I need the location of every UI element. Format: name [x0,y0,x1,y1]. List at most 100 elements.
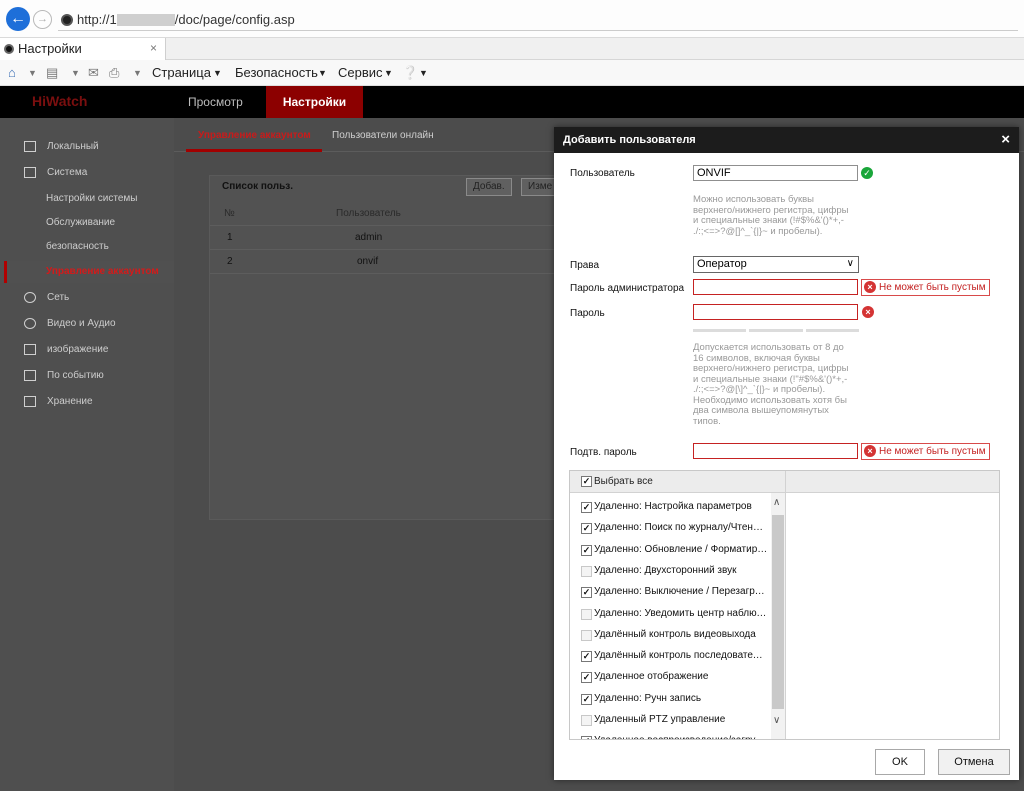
dropdown-arrow-icon[interactable]: ▼ [28,60,37,86]
permission-item[interactable]: ✓Удаленное воспроизведение/загрузка [570,731,770,739]
url-path: /doc/page/config.asp [174,12,295,27]
permission-checkbox[interactable]: ✓ [581,672,592,684]
permission-checkbox[interactable] [581,715,592,726]
error-icon: × [864,281,876,293]
rights-select[interactable]: Оператор ∨ [693,256,859,273]
column-no: № [224,208,235,219]
confirm-password-field[interactable] [693,443,858,459]
confirm-password-error: × Не может быть пустым [861,443,990,460]
row-no: 1 [227,232,233,243]
password-strength-bar [806,329,859,332]
sidebar-item-video-audio[interactable]: Видео и Аудио [0,313,174,335]
sidebar-item-image[interactable]: изображение [0,339,174,361]
sidebar-item-system[interactable]: Система [0,162,174,184]
sidebar-item-system-settings[interactable]: Настройки системы [0,188,174,210]
forward-arrow-icon[interactable]: → [33,10,52,29]
admin-password-error: × Не может быть пустым [861,279,990,296]
permission-item[interactable]: ✓ Удаленно: Настройка параметров [570,497,770,518]
permission-checkbox[interactable] [581,565,592,577]
browser-tab[interactable]: Настройки × [0,38,166,60]
permission-label: Удаленное отображение [594,671,709,683]
username-field[interactable]: ONVIF [693,165,858,181]
close-icon[interactable]: × [1001,131,1010,148]
permission-item[interactable]: ✓ Удаленно: Выключение / Перезагрузка [570,582,770,603]
chevron-down-icon[interactable]: ∨ [773,715,780,726]
permission-label: Удаленное воспроизведение/загрузка [594,735,768,739]
permission-label: Удалённый контроль последовательного пор… [594,650,768,662]
tab-online-users[interactable]: Пользователи онлайн [332,130,434,141]
select-all-checkbox[interactable]: ✓ [581,476,592,487]
permission-item[interactable]: Удалённый контроль видеовыхода [570,625,770,646]
add-user-button[interactable]: Добав. [466,178,512,196]
permission-item[interactable]: Удаленный PTZ управление [570,710,770,731]
permissions-box: ✓ Выбрать все ✓ Удаленно: Настройка парам… [569,470,1000,740]
admin-password-field[interactable] [693,279,858,295]
sidebar-item-account-management[interactable]: Управление аккаунтом [0,261,174,283]
permission-checkbox[interactable]: ✓ [581,651,592,663]
permission-item[interactable]: ✓Удаленно: Обновление / Форматирование [570,540,770,561]
table-row[interactable]: 1 admin [210,226,590,250]
ok-button[interactable]: OK [875,749,925,775]
menu-service[interactable]: Сервис [338,60,383,86]
permission-item[interactable]: Удаленно: Уведомить центр наблюдения [570,604,770,625]
permission-checkbox[interactable] [581,629,592,641]
image-icon [24,344,36,355]
permissions-scrollbar[interactable]: ∧ ∨ [771,493,785,739]
permission-item[interactable]: ✓Удаленно: Поиск по журналу/Чтение состо… [570,518,770,539]
close-icon[interactable]: × [150,38,157,59]
dropdown-arrow-icon: ▼ [318,68,327,78]
chevron-up-icon[interactable]: ∧ [773,497,780,508]
permission-checkbox[interactable]: ✓ [581,502,592,513]
scroll-thumb[interactable] [772,515,784,709]
dropdown-arrow-icon[interactable]: ▼ [133,60,142,86]
permission-checkbox[interactable]: ✓ [581,523,592,535]
back-arrow-icon[interactable]: ← [6,7,30,31]
permission-label: Удаленный PTZ управление [594,714,726,725]
tab-account-management[interactable]: Управление аккаунтом [198,130,311,141]
dialog-header: Добавить пользователя × [554,127,1019,153]
sidebar-item-security[interactable]: безопасность [0,236,174,258]
permission-checkbox[interactable]: ✓ [581,693,592,705]
user-list-panel: Список польз. Добав. Изме № Пользователь… [209,175,590,520]
sidebar-item-maintenance[interactable]: Обслуживание [0,212,174,234]
system-icon [24,167,36,178]
tab-settings[interactable]: Настройки [266,86,363,118]
select-all-row[interactable]: ✓ Выбрать все [570,471,785,493]
permission-item[interactable]: ✓Удалённый контроль последовательного по… [570,646,770,667]
password-field[interactable] [693,304,858,320]
permission-label: Удаленно: Двухсторонний звук [594,564,737,576]
dropdown-arrow-icon[interactable]: ▼ [71,60,80,86]
sidebar-item-storage[interactable]: Хранение [0,391,174,413]
permission-item[interactable]: ✓ Удаленное отображение [570,667,770,688]
password-strength-bar [693,329,746,332]
permission-label: Удаленно: Ручн запись [594,692,702,704]
sidebar-item-local[interactable]: Локальный [0,136,174,158]
permission-checkbox[interactable]: ✓ [581,544,592,556]
chevron-down-icon: ∨ [846,258,854,269]
permission-checkbox[interactable]: ✓ [581,736,592,739]
feeds-icon[interactable]: ▤ [46,60,58,86]
channel-list-header [786,471,999,493]
sidebar-item-network[interactable]: Сеть [0,287,174,309]
table-header: № Пользователь [210,202,590,226]
menu-security[interactable]: Безопасность [235,60,318,86]
row-user: admin [355,232,383,243]
table-row[interactable]: 2 onvif [210,250,590,274]
tab-preview[interactable]: Просмотр [188,86,243,118]
permission-item[interactable]: ✓ Удаленно: Ручн запись [570,689,770,710]
url-field[interactable]: http://1/doc/page/config.asp [58,9,1018,31]
home-icon[interactable]: ⌂ [8,60,16,86]
user-table: № Пользователь 1 admin 2 onvif [210,202,590,274]
dialog-title: Добавить пользователя [563,134,696,146]
permission-item[interactable]: Удаленно: Двухсторонний звук [570,561,770,582]
username-hint: Можно использовать буквы верхнего/нижнег… [693,194,849,237]
url-prefix: http://1 [77,12,117,27]
permission-checkbox[interactable]: ✓ [581,587,592,599]
cancel-button[interactable]: Отмена [938,749,1010,775]
help-icon[interactable]: ❔ [402,60,418,86]
sidebar-item-event[interactable]: По событию [0,365,174,387]
permission-checkbox[interactable] [581,608,592,620]
menu-page[interactable]: Страница [152,60,211,86]
mail-icon[interactable]: ✉ [88,60,99,86]
print-icon[interactable]: ⎙ [109,60,119,86]
